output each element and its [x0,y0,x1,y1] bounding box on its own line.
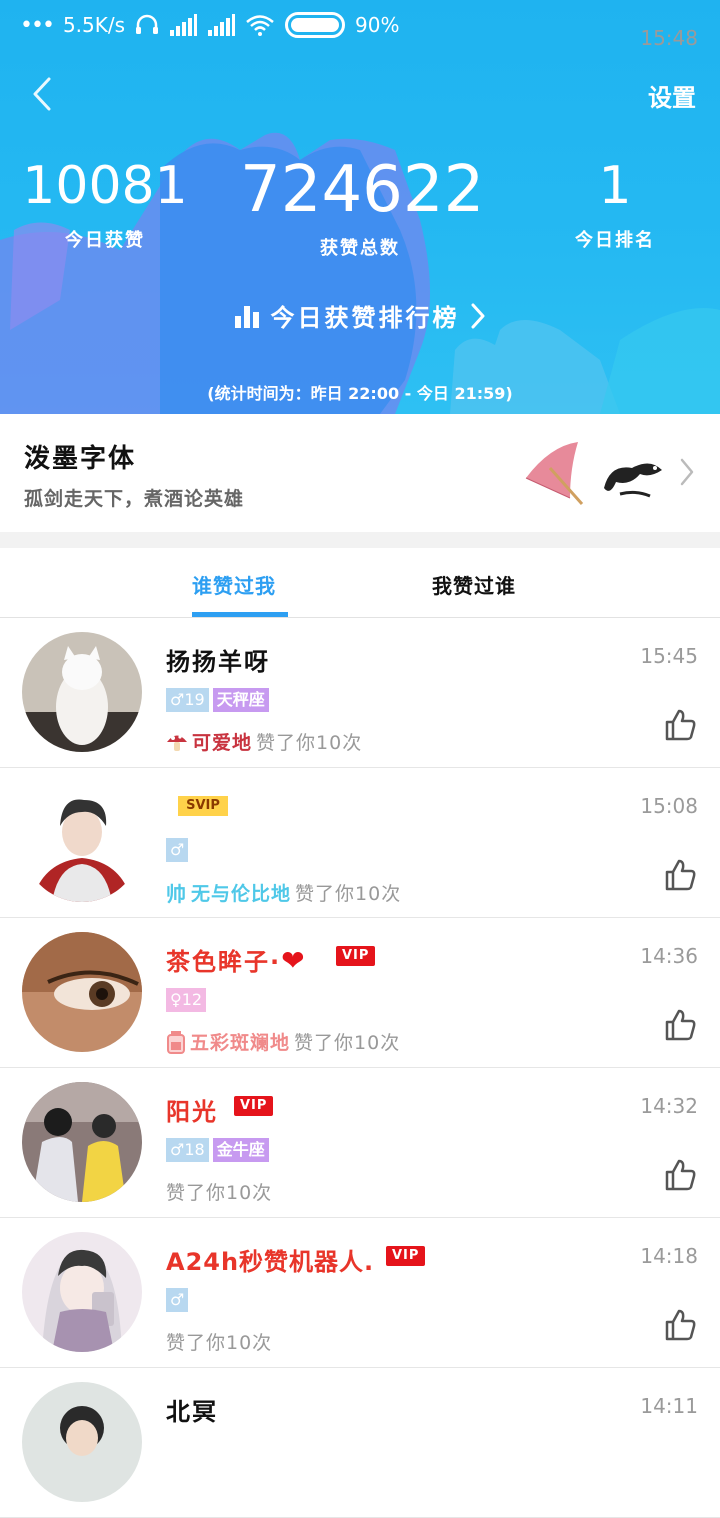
liked-count-text: 赞了你10次 [166,1332,273,1354]
tab-who-liked-me[interactable]: 谁赞过我 [192,570,276,599]
bar-chart-icon [234,305,259,328]
thumb-up-icon[interactable] [664,1308,696,1342]
thumb-up-icon[interactable] [664,708,696,742]
chevron-left-icon [33,77,51,111]
liked-count-text: 赞了你10次 [294,1032,401,1054]
today-rank-label: 今日排名 [575,230,655,251]
today-likes-stat: 10081 今日获赞 [20,160,190,252]
thumb-up-icon[interactable] [664,858,696,892]
status-bar: 15:48 ••• 5.5K/s 90% [0,0,720,50]
liked-count-text: 赞了你10次 [166,1182,273,1204]
user-tags: ♂18 金牛座 [166,1138,269,1162]
thumb-up-icon[interactable] [664,1158,696,1192]
chevron-right-icon [471,303,484,328]
heart-icon: ❤ [281,944,307,977]
user-tags: ♀12 [166,988,207,1012]
list-item[interactable]: 阳光 VIP 14:32 ♂18 金牛座 赞了你10次 [0,1068,720,1218]
avatar[interactable] [22,1082,142,1202]
signal-icon [208,14,236,36]
total-likes-value: 724622 [240,153,485,227]
gender-age-tag: ♂18 [166,1138,209,1162]
like-time: 14:18 [640,1244,698,1268]
svip-badge: SVIP [178,796,228,816]
like-time: 15:08 [640,794,698,818]
tab-who-i-liked[interactable]: 我赞过谁 [432,570,516,599]
avatar[interactable] [22,1382,142,1502]
like-summary: 五彩斑斓地 赞了你10次 [166,1028,400,1055]
likes-tabs: 谁赞过我 我赞过谁 [0,548,720,618]
active-tab-indicator [192,612,288,617]
user-name: 茶色眸子·❤ [166,944,307,977]
headset-icon [136,14,159,34]
settings-button[interactable]: 设置 [648,78,696,113]
wifi-icon [246,15,274,36]
like-summary: 帅 无与伦比地 赞了你10次 [166,878,401,907]
decor-text: 无与伦比地 [191,883,292,905]
user-tags: ♂19 天秤座 [166,688,269,712]
like-time: 14:11 [640,1394,698,1418]
today-rank-stat: 1 今日排名 [540,160,690,252]
user-tags: ♂ [166,1288,189,1312]
today-ranking-label: 今日获赞排行榜 [270,304,460,332]
liked-count-text: 赞了你10次 [256,732,363,754]
total-likes-stat: 724622 获赞总数 [240,153,485,260]
avatar[interactable] [22,782,142,902]
like-summary: 赞了你10次 [166,1178,272,1205]
jar-icon [167,1030,185,1054]
decor-text: 可爱地 [192,732,253,754]
decor-text: 五彩斑斓地 [190,1032,291,1054]
battery-level: 90% [355,13,400,37]
avatar[interactable] [22,1232,142,1352]
vip-badge: VIP [234,1096,274,1116]
like-time: 15:45 [640,644,698,668]
signal-icon [170,14,198,36]
avatar[interactable] [22,932,142,1052]
today-likes-label: 今日获赞 [65,230,145,251]
gender-age-tag: ♀12 [166,988,207,1012]
today-rank-value: 1 [598,156,632,216]
gender-age-tag: ♂19 [166,688,209,712]
list-item[interactable]: 北冥 14:11 [0,1368,720,1518]
user-name: 扬扬羊呀 [166,648,270,676]
mushroom-icon [167,734,187,751]
battery-icon [285,12,346,38]
list-item[interactable]: A24h秒赞机器人. VIP 14:18 ♂ 赞了你10次 [0,1218,720,1368]
user-name: 北冥 [166,1398,218,1426]
user-name: 阳光 [166,1098,218,1126]
font-banner-subtitle: 孤剑走天下，煮酒论英雄 [24,488,245,510]
list-item[interactable]: SVIP 15:08 ♂ 帅 无与伦比地 赞了你10次 [0,768,720,918]
total-likes-label: 获赞总数 [320,238,400,259]
like-time: 14:36 [640,944,698,968]
back-button[interactable] [22,74,62,114]
network-speed: 5.5K/s [62,13,126,37]
handsome-icon: 帅 [166,882,187,906]
vip-badge: VIP [336,946,376,966]
gender-tag: ♂ [166,838,189,862]
list-item[interactable]: 扬扬羊呀 15:45 ♂19 天秤座 可爱地 赞了你10次 [0,618,720,768]
more-dots-icon: ••• [20,12,55,38]
zodiac-tag: 金牛座 [212,1138,269,1162]
gender-tag: ♂ [166,1288,189,1312]
like-summary: 赞了你10次 [166,1328,272,1355]
font-banner[interactable]: 泼墨字体 孤剑走天下，煮酒论英雄 [0,414,720,532]
chevron-right-icon [680,458,694,486]
today-likes-value: 10081 [22,156,188,216]
font-banner-title: 泼墨字体 [24,444,137,474]
avatar[interactable] [22,632,142,752]
header-hero: 15:48 ••• 5.5K/s 90% 设置 10081 今日获赞 72462… [0,0,720,414]
vip-badge: VIP [386,1246,426,1266]
like-summary: 可爱地 赞了你10次 [166,728,362,755]
like-time: 14:32 [640,1094,698,1118]
thumb-up-icon[interactable] [664,1008,696,1042]
zodiac-tag: 天秤座 [212,688,269,712]
umbrella-dragon-art [525,442,662,505]
today-ranking-link[interactable]: 今日获赞排行榜 [0,298,720,333]
status-time: 15:48 [640,26,698,50]
list-item[interactable]: 茶色眸子·❤ VIP 14:36 ♀12 五彩斑斓地 赞了你10次 [0,918,720,1068]
likes-list: 扬扬羊呀 15:45 ♂19 天秤座 可爱地 赞了你10次 SVIP 15:08 … [0,618,720,1518]
user-tags: ♂ [166,838,189,862]
user-name: A24h秒赞机器人. [166,1248,375,1276]
liked-count-text: 赞了你10次 [295,883,402,905]
stat-time-note: (统计时间为：昨日 22:00 - 今日 21:59) [207,384,513,403]
